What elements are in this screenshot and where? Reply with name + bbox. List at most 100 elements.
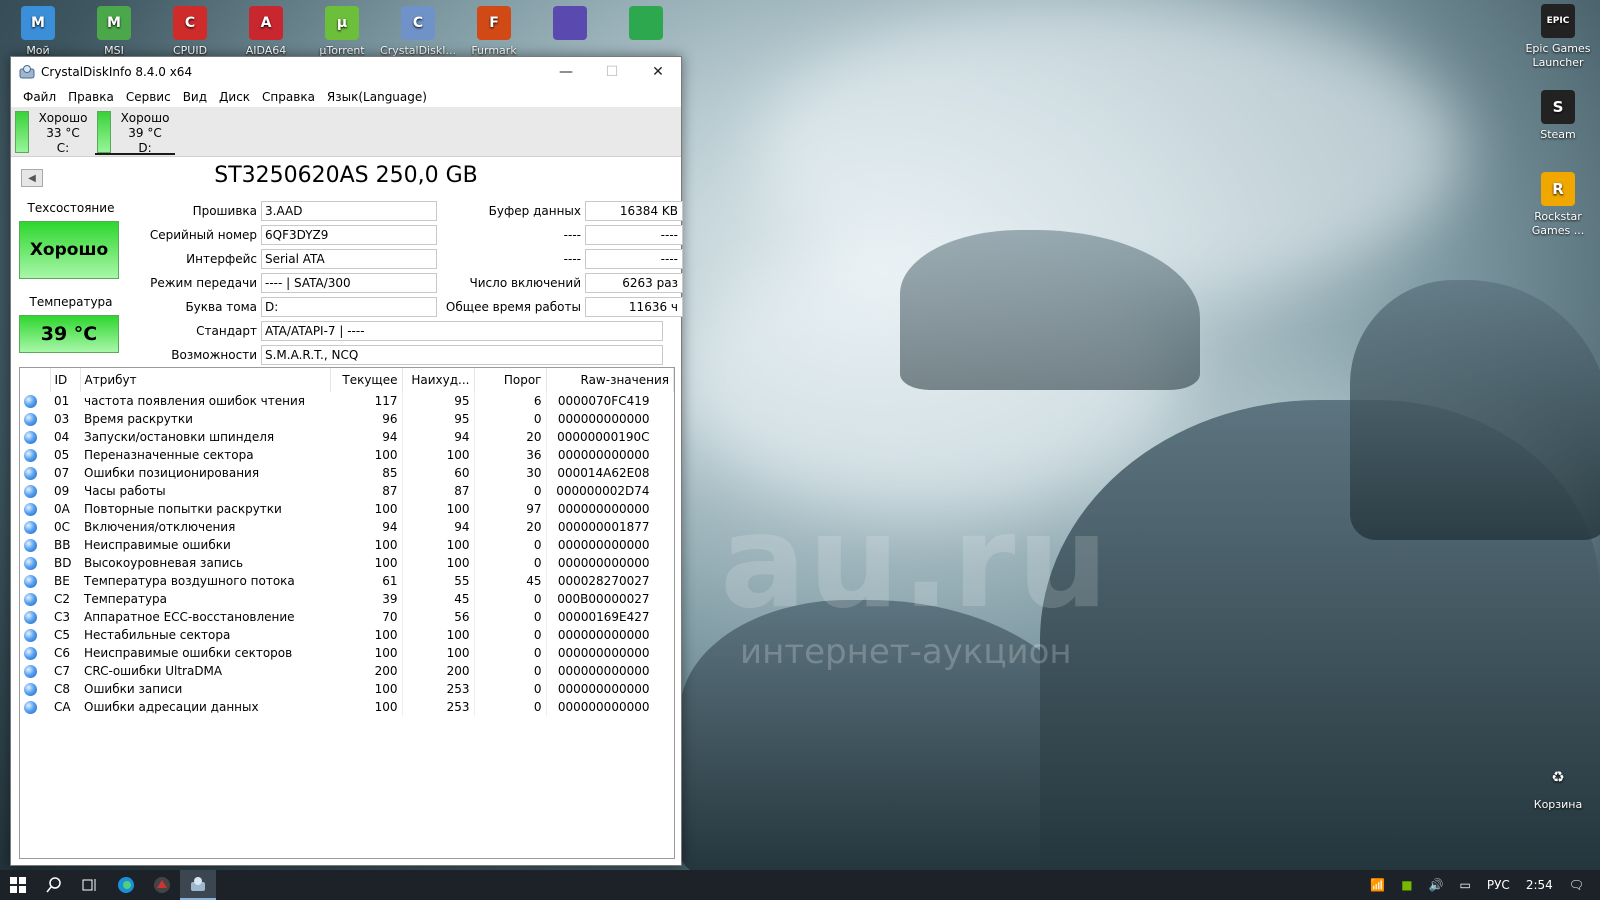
desktop-shortcut[interactable]: R Rockstar Games ... [1520, 172, 1596, 238]
menu-item[interactable]: Вид [177, 90, 213, 104]
current-cell: 200 [330, 662, 403, 680]
desktop-shortcut[interactable]: C CrystalDiskI... [380, 6, 456, 58]
empty-value-2: ---- [585, 249, 683, 269]
task-view-icon[interactable] [72, 870, 108, 900]
raw-value-cell: 000000002D74 [556, 484, 650, 498]
edge-icon[interactable] [108, 870, 144, 900]
desktop-shortcut[interactable] [608, 6, 684, 44]
table-row[interactable]: 05 Переназначенные сектора 100 100 36 0000000… [20, 446, 674, 464]
nvidia-icon[interactable]: ■ [1393, 878, 1420, 892]
raw-value-cell: 000000000000 [557, 556, 650, 570]
desktop-shortcut[interactable]: F Furmark [456, 6, 532, 58]
buffer-label: Буфер данных [488, 204, 581, 218]
table-row[interactable]: C7 CRC-ошибки UltraDMA 200 200 0 000000000000 [20, 662, 674, 680]
threshold-cell: 0 [474, 680, 547, 698]
firmware-value: 3.AAD [261, 201, 437, 221]
id-column-header[interactable]: ID [50, 368, 81, 392]
raw-values-column-header[interactable]: Raw-значения [546, 368, 674, 392]
table-row[interactable]: 0A Повторные попытки раскрутки 100 100 97 000… [20, 500, 674, 518]
table-row[interactable]: 01 частота появления ошибок чтения 117 95 6 0… [20, 392, 674, 410]
status-column-header[interactable] [20, 368, 51, 392]
desktop-shortcut[interactable]: C CPUID [152, 6, 228, 58]
threshold-column-header[interactable]: Порог [474, 368, 547, 392]
attribute-cell: Запуски/остановки шпинделя [84, 430, 275, 444]
menu-bar: Файл Правка Сервис Вид Диск Справка Язык(Langu… [11, 87, 681, 107]
gpu-shark-icon [629, 6, 663, 40]
table-row[interactable]: CA Ошибки адресации данных 100 253 0 00000000… [20, 698, 674, 716]
table-row[interactable]: 09 Часы работы 87 87 0 000000002D74 [20, 482, 674, 500]
menu-item[interactable]: Правка [62, 90, 120, 104]
menu-item[interactable]: Диск [213, 90, 256, 104]
msi-afterburner-icon[interactable] [144, 870, 180, 900]
table-row[interactable]: C6 Неисправимые ошибки секторов 100 100 0 000… [20, 644, 674, 662]
temperature-badge[interactable]: 39 °C [19, 315, 119, 353]
desktop-shortcut[interactable]: µ µTorrent [304, 6, 380, 58]
desktop-shortcut[interactable]: A AIDA64 [228, 6, 304, 58]
attribute-column-header[interactable]: Атрибут [80, 368, 331, 392]
table-row[interactable]: C5 Нестабильные сектора 100 100 0 00000000000… [20, 626, 674, 644]
empty-label-2: ---- [563, 252, 581, 266]
table-row[interactable]: C2 Температура 39 45 0 000B00000027 [20, 590, 674, 608]
id-cell: 05 [54, 448, 70, 462]
network-icon[interactable]: 📶 [1362, 878, 1393, 892]
worst-column-header[interactable]: Наихуд... [402, 368, 475, 392]
table-row[interactable]: 0C Включения/отключения 94 94 20 000000001877 [20, 518, 674, 536]
table-row[interactable]: BD Высокоуровневая запись 100 100 0 000000000… [20, 554, 674, 572]
minimize-button[interactable]: — [543, 57, 589, 87]
buffer-row: Буфер данных 16384 KB [441, 201, 683, 221]
attribute-cell: Температура воздушного потока [84, 574, 295, 588]
table-row[interactable]: BE Температура воздушного потока 61 55 45 000… [20, 572, 674, 590]
close-button[interactable]: ✕ [635, 57, 681, 87]
raw-value-cell: 000000000000 [557, 538, 650, 552]
id-cell: 0A [54, 502, 70, 516]
desktop-shortcut[interactable]: S Steam [1520, 90, 1596, 142]
attribute-cell: Переназначенные сектора [84, 448, 254, 462]
status-cell [20, 680, 50, 698]
drive-tab-d[interactable]: Хорошо 39 °C D: [95, 109, 175, 155]
smart-attributes-table[interactable]: ID Атрибут Текущее Наихуд... Порог Raw-з… [19, 367, 675, 859]
desktop-shortcut[interactable]: M MSI [76, 6, 152, 58]
table-row[interactable]: BB Неисправимые ошибки 100 100 0 000000000000 [20, 536, 674, 554]
desktop-shortcut[interactable] [532, 6, 608, 44]
clock[interactable]: 2:54 [1518, 878, 1561, 892]
windows-start-icon[interactable] [0, 870, 36, 900]
status-cell [20, 410, 50, 428]
table-row[interactable]: 07 Ошибки позиционирования 85 60 30 000014A62… [20, 464, 674, 482]
power-on-count-label: Число включений [469, 276, 581, 290]
language-indicator[interactable]: РУС [1479, 878, 1518, 892]
title-bar[interactable]: CrystalDiskInfo 8.4.0 x64 — ☐ ✕ [11, 57, 681, 87]
status-dot-icon [24, 467, 37, 480]
desktop-shortcut[interactable]: ♻ Корзина [1520, 760, 1596, 812]
search-icon[interactable] [36, 870, 72, 900]
health-status-badge[interactable]: Хорошо [19, 221, 119, 279]
status-cell [20, 464, 50, 482]
crystaldiskinfo-window: CrystalDiskInfo 8.4.0 x64 — ☐ ✕ Файл Прав… [10, 56, 683, 866]
table-row[interactable]: 04 Запуски/остановки шпинделя 94 94 20 000000… [20, 428, 674, 446]
health-status-label: Техсостояние [27, 201, 115, 215]
watermark-text: au.ru [720, 488, 1111, 637]
notifications-icon[interactable]: 🗨 [1561, 878, 1592, 892]
menu-item[interactable]: Файл [17, 90, 62, 104]
display-icon[interactable]: ▭ [1452, 878, 1479, 892]
table-row[interactable]: C3 Аппаратное ECC-восстановление 70 56 0 0000… [20, 608, 674, 626]
table-row[interactable]: C8 Ошибки записи 100 253 0 000000000000 [20, 680, 674, 698]
cpu-z-icon [553, 6, 587, 40]
menu-item[interactable]: Справка [256, 90, 321, 104]
desktop-shortcut[interactable]: EPIC Epic Games Launcher [1520, 4, 1596, 70]
epic-games-icon: EPIC [1541, 4, 1575, 38]
table-row[interactable]: 03 Время раскрутки 96 95 0 000000000000 [20, 410, 674, 428]
drive-selector-bar: Хорошо 33 °C C: Хорошо 39 °C D: [11, 107, 681, 157]
computer-icon: М [21, 6, 55, 40]
menu-item[interactable]: Сервис [120, 90, 177, 104]
attribute-cell: Неисправимые ошибки секторов [84, 646, 293, 660]
features-row: Возможности S.M.A.R.T., NCQ [131, 345, 663, 365]
maximize-button[interactable]: ☐ [589, 57, 635, 87]
drive-tab-c[interactable]: Хорошо 33 °C C: [13, 109, 93, 155]
desktop-shortcut[interactable]: М Мой [0, 6, 76, 58]
worst-cell: 100 [402, 626, 475, 644]
crystaldiskinfo-icon[interactable] [180, 870, 216, 900]
volume-icon[interactable]: 🔊 [1421, 878, 1452, 892]
id-cell: 07 [54, 466, 70, 480]
menu-item[interactable]: Язык(Language) [321, 90, 433, 104]
current-column-header[interactable]: Текущее [330, 368, 403, 392]
